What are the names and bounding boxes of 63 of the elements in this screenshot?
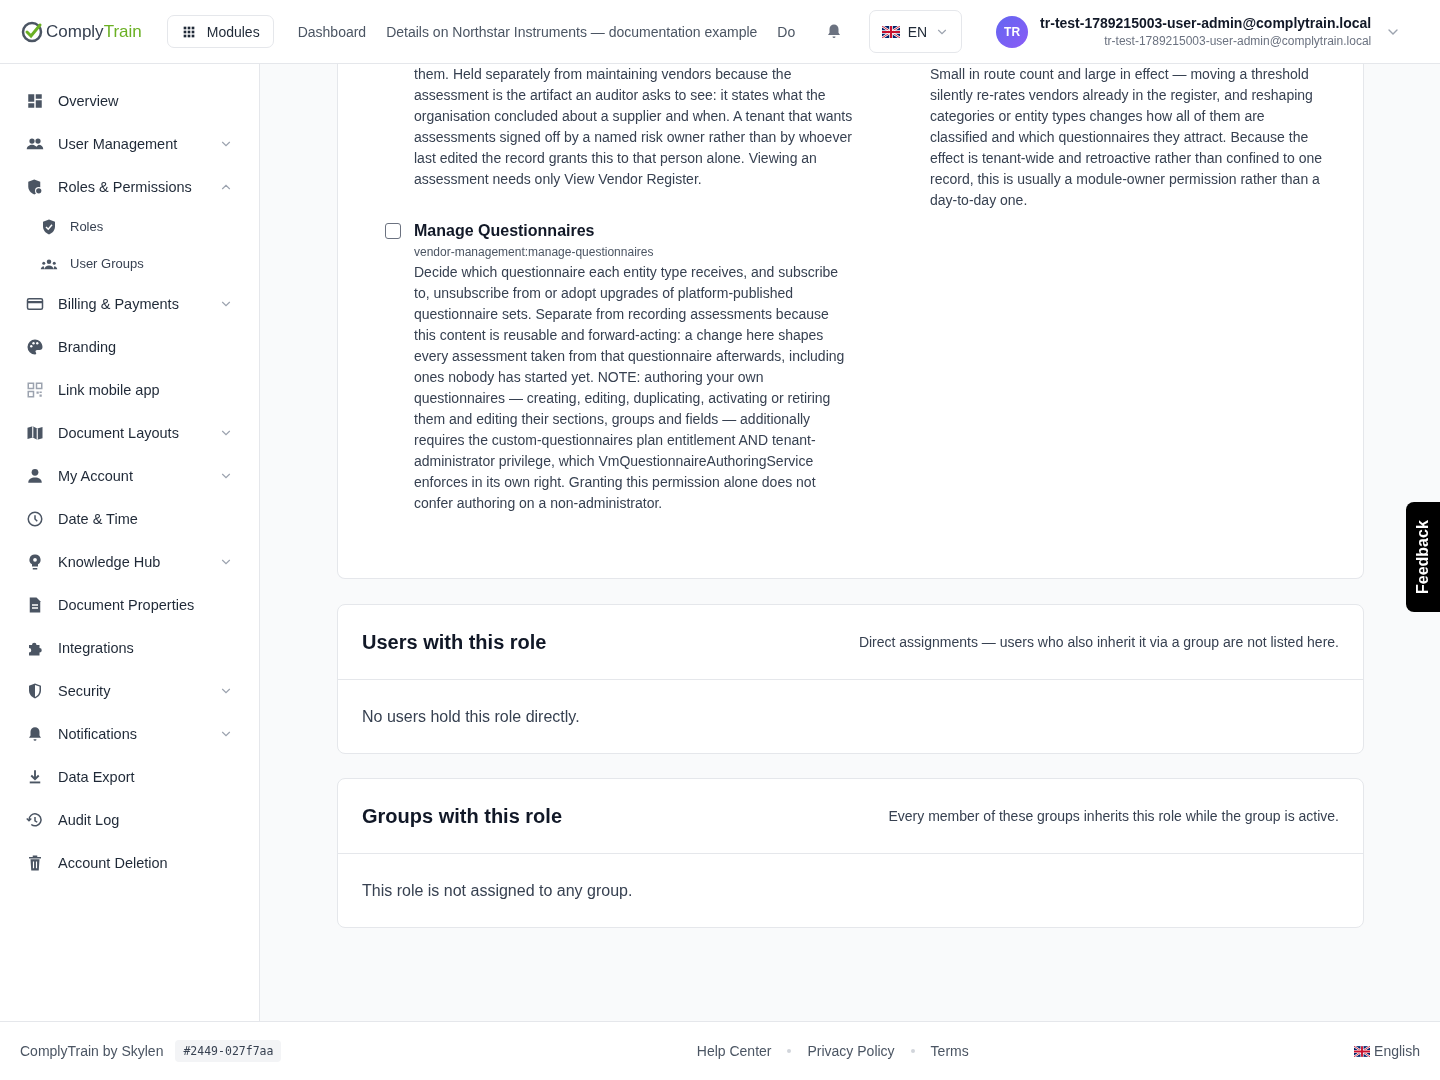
- section-title: Groups with this role: [362, 804, 562, 828]
- menu-item-icon: [26, 423, 44, 442]
- section-note: Every member of these groups inherits this role while the group is active.: [888, 808, 1339, 824]
- section-note: Direct assignments — users who also inherit it via a group are not listed here.: [858, 634, 1339, 650]
- footer-brand: ComplyTrain by Skylen: [20, 1043, 164, 1059]
- sidebar-item[interactable]: Notifications: [0, 712, 259, 755]
- sidebar-item[interactable]: Data Export: [0, 755, 259, 798]
- sidebar-item[interactable]: User Management: [0, 122, 259, 165]
- permission-description: Decide which questionnaire each entity type receives, and subscribe to, unsubscribe from or adopt upgrades of platform-published questionnaire sets. Separate from recording assessments because this content is reusable and forward-acting: a change here shapes every assessment taken from that questionnaire afterwards, including ones nobody has started yet. NOTE: authoring your own questionnaires — creating, editing, duplicating, activating or retiring them and editing their sections, groups and fields — additionally requires the custom-questionnaires plan entitlement AND tenant-administrator privilege, which VmQuestionnaireAuthoringService enforces in its own right. Granting this permission alone does not confer authoring on a non-administrator.: [414, 263, 846, 513]
- menu-item-icon: [26, 681, 44, 700]
- permission-key: vendor-management:manage-questionnaires: [414, 242, 854, 262]
- menu-item-icon: [26, 810, 44, 829]
- section-title: Users with this role: [362, 630, 547, 654]
- menu-item-icon: [26, 552, 44, 571]
- permission-description: them. Held separately from maintaining vendors because the assessment is the artifact an auditor asks to see: it states what the organisation concluded about a supplier and when. A tenant that wants assessments signed off by a named risk owner rather than by whoever last edited the record grants this to that person alone. Viewing an assessment needs only View Vendor Register.: [414, 65, 854, 189]
- nav-link[interactable]: Dashboard: [297, 23, 367, 40]
- sidebar-item[interactable]: Document Layouts: [0, 411, 259, 454]
- sidebar-item[interactable]: Link mobile app: [0, 368, 259, 411]
- language-select[interactable]: EN: [868, 10, 963, 53]
- user-name: tr-test-1789215003-user-admin@complytrain.local: [1040, 15, 1372, 31]
- sidebar-item[interactable]: Security: [0, 669, 259, 712]
- footer-link[interactable]: Help Center: [696, 1043, 772, 1059]
- logo-text: ComplyTrain: [46, 21, 142, 42]
- checkbox[interactable]: [385, 223, 401, 239]
- sidebar-subitem[interactable]: User Groups: [0, 245, 259, 282]
- sidebar-item[interactable]: Account Deletion: [0, 841, 259, 884]
- nav-link[interactable]: Do: [777, 23, 796, 40]
- sidebar-item[interactable]: My Account: [0, 454, 259, 497]
- permission-title: Manage Questionnaires: [414, 221, 596, 241]
- sidebar-item[interactable]: Billing & Payments: [0, 282, 259, 325]
- sidebar-item[interactable]: Audit Log: [0, 798, 259, 841]
- menu-item-icon: [26, 337, 44, 356]
- flag-icon: [881, 25, 900, 38]
- permission-description: Small in route count and large in effect — moving a threshold silently re-rates vendors already in the register, and reshaping categories or entity types changes how all of them are classified and which questionnaires they attract. Because the effect is tenant-wide and retroactive rather than confined to one record, this is usually a module-owner permission rather than a day-to-day one.: [930, 65, 1323, 210]
- sidebar-item[interactable]: Integrations: [0, 626, 259, 669]
- menu-item-icon: [26, 91, 44, 110]
- footer-link[interactable]: Privacy Policy: [807, 1043, 895, 1059]
- sidebar-item[interactable]: Branding: [0, 325, 259, 368]
- empty-message: No users hold this role directly.: [362, 707, 580, 726]
- logo-icon: [20, 19, 44, 44]
- user-email: tr-test-1789215003-user-admin@complytrain.local: [1104, 34, 1372, 48]
- sidebar-item[interactable]: Overview: [0, 79, 259, 122]
- menu-item-icon: [26, 177, 44, 196]
- nav-link[interactable]: Details on Northstar Instruments — documentation example: [386, 23, 758, 40]
- empty-message: This role is not assigned to any group.: [362, 881, 633, 900]
- sidebar-item[interactable]: Knowledge Hub: [0, 540, 259, 583]
- menu-item-icon: [26, 466, 44, 485]
- menu-item-icon: [26, 380, 44, 399]
- modules-button[interactable]: Modules: [166, 15, 274, 48]
- language-link[interactable]: English: [1354, 1043, 1420, 1059]
- menu-item-icon: [26, 509, 44, 528]
- feedback-button[interactable]: Feedback: [1406, 502, 1440, 612]
- sidebar-item[interactable]: Document Properties: [0, 583, 259, 626]
- sidebar-subitem[interactable]: Roles: [0, 208, 259, 245]
- footer-link[interactable]: Terms: [930, 1043, 969, 1059]
- flag-icon: [1354, 1045, 1371, 1057]
- submenu-item-icon: [40, 217, 58, 236]
- sidebar-item[interactable]: Date & Time: [0, 497, 259, 540]
- avatar: TR: [996, 15, 1029, 48]
- menu-item-icon: [26, 853, 44, 872]
- sidebar-item[interactable]: Roles & Permissions: [0, 165, 259, 208]
- build-id: #2449-027f7aa: [175, 1040, 282, 1062]
- menu-item-icon: [26, 724, 44, 743]
